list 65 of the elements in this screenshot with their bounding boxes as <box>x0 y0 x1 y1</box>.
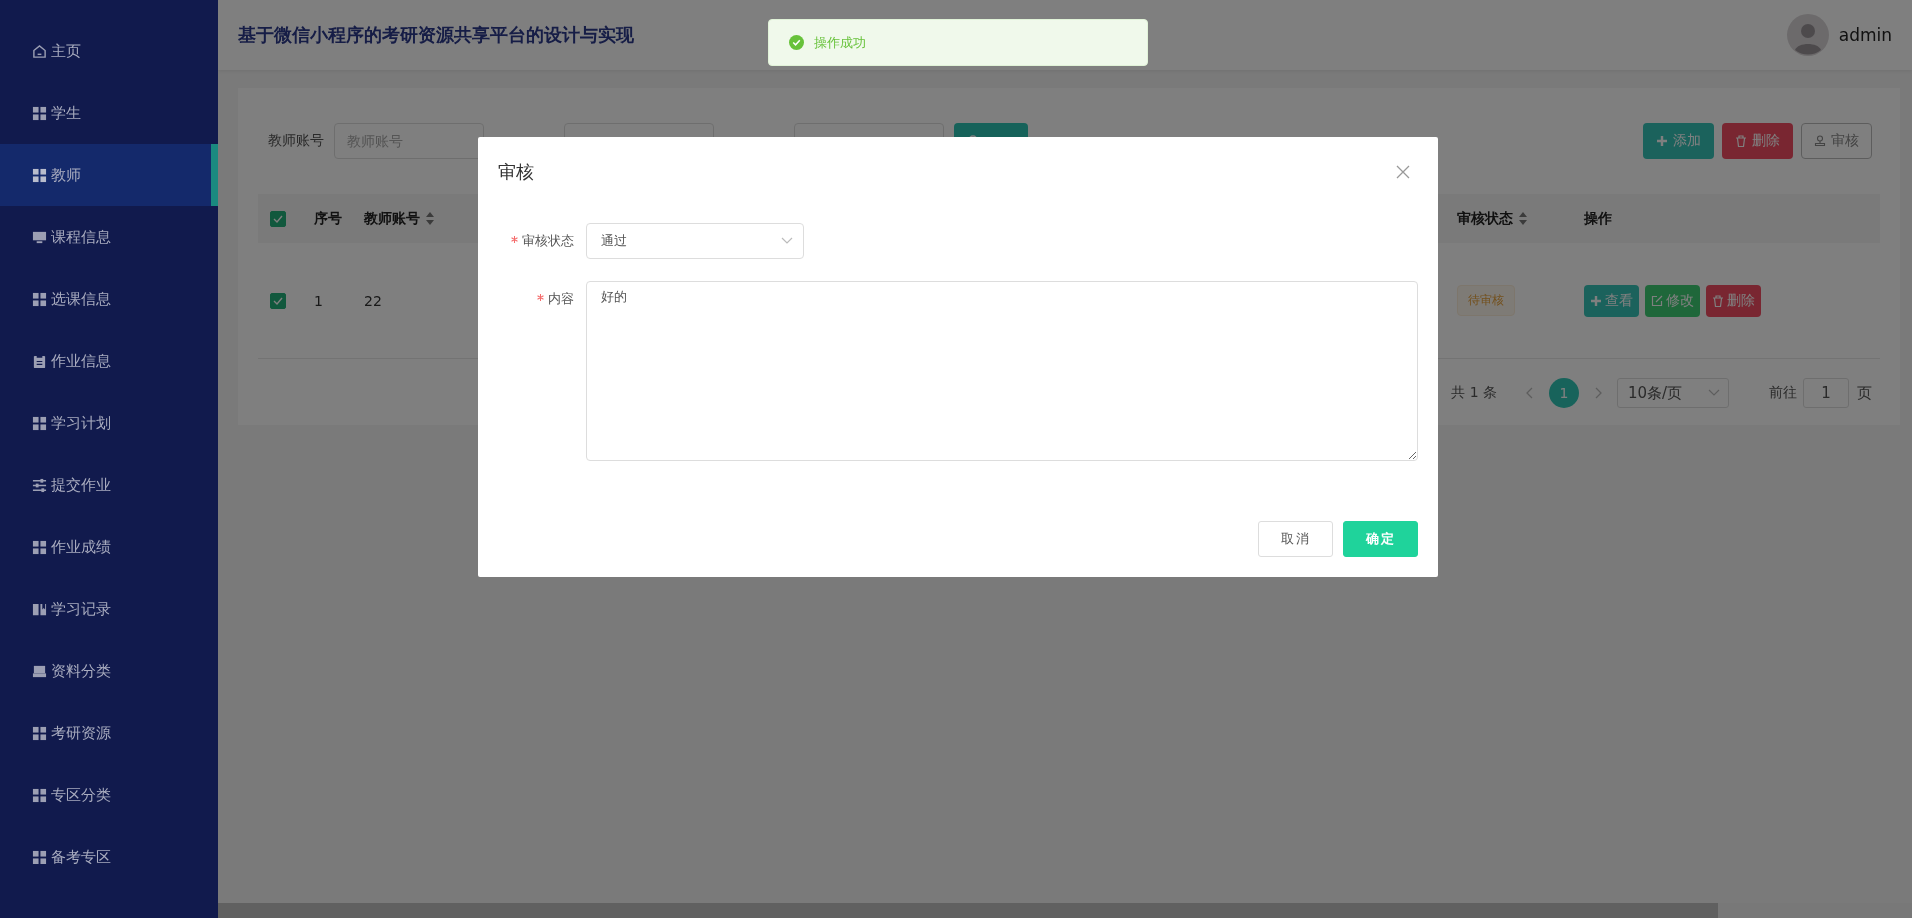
column-header: 序号 <box>314 209 342 228</box>
page-suffix: 页 <box>1857 383 1872 403</box>
cancel-button[interactable]: 取消 <box>1258 521 1333 557</box>
field-label: 审核状态 <box>522 232 574 250</box>
menu-item[interactable]: 备考专区 <box>0 826 218 864</box>
goto-label: 前往 <box>1769 384 1797 402</box>
page-size-select[interactable]: 10条/页 <box>1617 378 1729 408</box>
grid-icon <box>32 291 47 307</box>
row-checkbox[interactable] <box>270 292 286 309</box>
grid-icon <box>32 787 47 803</box>
monitor-icon <box>32 229 47 245</box>
page-input[interactable]: 1 <box>1803 378 1849 408</box>
status-tag: 待审核 <box>1457 285 1515 316</box>
trash-icon <box>1735 135 1747 147</box>
user-name[interactable]: admin <box>1838 25 1892 45</box>
menu-item[interactable]: 学习计划 <box>0 392 218 454</box>
plus-icon <box>1590 294 1602 307</box>
content-field[interactable]: 好的 <box>586 281 1418 461</box>
field-label: 内容 <box>548 290 574 308</box>
caret-icon <box>1708 389 1720 397</box>
chevron-right-icon <box>1593 387 1603 399</box>
menu-item[interactable]: 作业成绩 <box>0 516 218 578</box>
grid-icon <box>32 849 47 864</box>
menu-item[interactable]: 学习记录 <box>0 578 218 640</box>
toast-message: 操作成功 <box>814 33 866 52</box>
select-all-checkbox[interactable] <box>270 210 286 227</box>
menu-item[interactable]: 专区分类 <box>0 764 218 826</box>
grid-icon <box>32 415 47 431</box>
menu-item[interactable]: 选课信息 <box>0 268 218 330</box>
chevron-left-icon <box>1525 387 1535 399</box>
table-cell: 1 <box>314 292 323 309</box>
grid-icon <box>32 725 47 741</box>
menu-item[interactable]: 资料分类 <box>0 640 218 702</box>
stamp-icon <box>1814 135 1826 147</box>
home-icon <box>32 43 47 59</box>
menu-item[interactable]: 教师 <box>0 144 218 206</box>
tray-icon <box>32 663 47 679</box>
menu-item[interactable]: 学生 <box>0 82 218 144</box>
grid-icon <box>32 167 47 183</box>
book-icon <box>32 601 47 617</box>
column-header: 操作 <box>1584 209 1612 228</box>
trash-icon <box>1712 294 1724 307</box>
dialog-title: 审核 <box>498 160 534 184</box>
clipboard-icon <box>32 353 47 369</box>
grid-icon <box>32 105 47 121</box>
menu-item[interactable]: 提交作业 <box>0 454 218 516</box>
column-header: 审核状态 <box>1457 209 1513 228</box>
table-cell: 22 <box>364 292 382 309</box>
menu-item[interactable]: 课程信息 <box>0 206 218 268</box>
field-label: 教师账号 <box>268 132 324 150</box>
check-circle-icon <box>789 35 804 50</box>
edit-icon <box>1651 294 1663 307</box>
grid-icon <box>32 539 47 555</box>
avatar-icon <box>1786 14 1829 56</box>
menu-item[interactable]: 主页 <box>0 20 218 82</box>
column-header: 教师账号 <box>364 209 420 228</box>
caret-icon <box>781 237 793 245</box>
close-icon[interactable] <box>1396 165 1410 179</box>
plus-icon <box>1656 135 1668 147</box>
app-title: 基于微信小程序的考研资源共享平台的设计与实现 <box>238 23 634 47</box>
menu-item[interactable]: 考研资源 <box>0 702 218 764</box>
menu-item[interactable]: 作业信息 <box>0 330 218 392</box>
status-select[interactable]: 通过 <box>586 223 804 259</box>
sliders-icon <box>32 477 47 493</box>
total-count: 共 1 条 <box>1451 384 1497 402</box>
